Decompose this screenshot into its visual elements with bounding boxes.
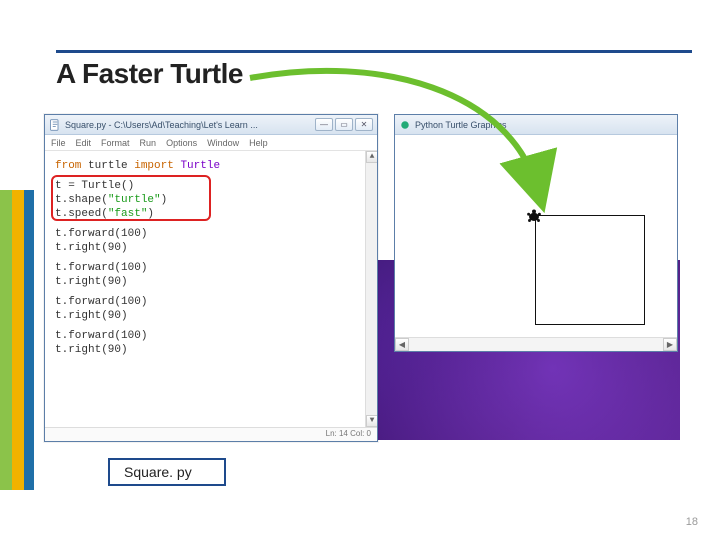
- slide-title: A Faster Turtle: [56, 58, 243, 90]
- code-block-move-4: t.forward(100) t.right(90): [55, 329, 367, 357]
- drawn-square: [535, 215, 645, 325]
- filename-chip: Square. py: [108, 458, 226, 486]
- code-block-move-1: t.forward(100) t.right(90): [55, 227, 367, 255]
- editor-titlebar: Square.py - C:\Users\Ad\Teaching\Let's L…: [45, 115, 377, 135]
- code-block-move-3: t.forward(100) t.right(90): [55, 295, 367, 323]
- scroll-up-button[interactable]: ▲: [366, 151, 377, 163]
- menu-help[interactable]: Help: [249, 138, 268, 148]
- editor-menubar: File Edit Format Run Options Window Help: [45, 135, 377, 151]
- maximize-button[interactable]: ▭: [335, 118, 353, 131]
- scrollbar-track[interactable]: [409, 338, 663, 351]
- scroll-left-button[interactable]: ◀: [395, 338, 409, 351]
- turtle-titlebar: Python Turtle Graphics: [395, 115, 677, 135]
- editor-vertical-scrollbar[interactable]: ▲ ▼: [365, 151, 377, 427]
- accent-bar-blue: [24, 190, 34, 490]
- scroll-right-button[interactable]: ▶: [663, 338, 677, 351]
- top-rule: [56, 50, 692, 53]
- menu-format[interactable]: Format: [101, 138, 130, 148]
- turtle-cursor-icon: [525, 207, 543, 225]
- page-number: 18: [686, 516, 698, 528]
- code-block-move-2: t.forward(100) t.right(90): [55, 261, 367, 289]
- python-file-icon: [49, 119, 61, 131]
- slide: A Faster Turtle Square.py - C:\Users\Ad\…: [0, 0, 720, 540]
- menu-run[interactable]: Run: [140, 138, 157, 148]
- code-editor-window: Square.py - C:\Users\Ad\Teaching\Let's L…: [44, 114, 378, 442]
- accent-bar-green: [0, 190, 12, 490]
- menu-file[interactable]: File: [51, 138, 66, 148]
- accent-bars: [0, 190, 34, 490]
- code-block-init: t = Turtle() t.shape("turtle") t.speed("…: [55, 179, 367, 221]
- close-button[interactable]: ✕: [355, 118, 373, 131]
- turtle-window-title: Python Turtle Graphics: [415, 120, 507, 130]
- editor-window-buttons: — ▭ ✕: [315, 118, 373, 131]
- editor-window-title: Square.py - C:\Users\Ad\Teaching\Let's L…: [65, 120, 311, 130]
- turtle-canvas: [395, 135, 677, 337]
- menu-edit[interactable]: Edit: [76, 138, 92, 148]
- turtle-graphics-window: Python Turtle Graphics ◀ ▶: [394, 114, 678, 352]
- accent-bar-gold: [12, 190, 24, 490]
- menu-window[interactable]: Window: [207, 138, 239, 148]
- minimize-button[interactable]: —: [315, 118, 333, 131]
- code-line-import: from turtle import Turtle: [55, 159, 367, 173]
- turtle-app-icon: [399, 119, 411, 131]
- editor-status-bar: Ln: 14 Col: 0: [45, 427, 377, 441]
- editor-code-area[interactable]: from turtle import Turtle t = Turtle() t…: [45, 151, 377, 427]
- turtle-horizontal-scrollbar[interactable]: ◀ ▶: [395, 337, 677, 351]
- scroll-down-button[interactable]: ▼: [366, 415, 377, 427]
- menu-options[interactable]: Options: [166, 138, 197, 148]
